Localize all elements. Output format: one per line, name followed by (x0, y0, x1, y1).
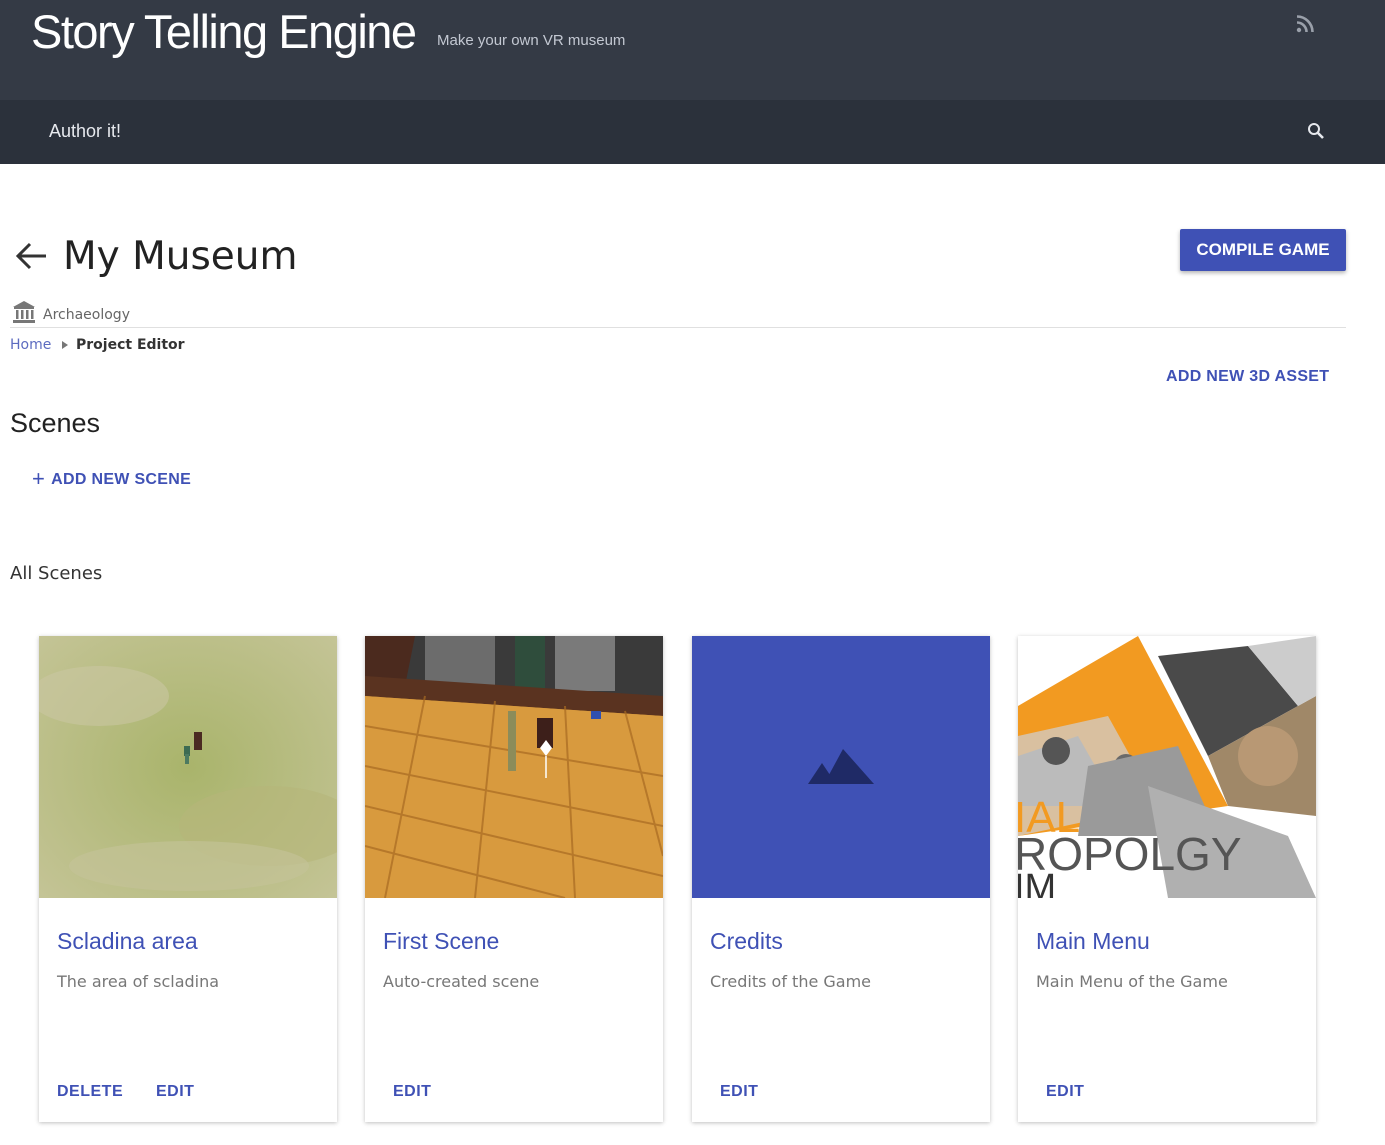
delete-scene-button[interactable]: DELETE (57, 1083, 123, 1101)
edit-scene-button[interactable]: EDIT (1046, 1083, 1084, 1101)
site-title[interactable]: Story Telling Engine (31, 4, 417, 59)
scene-card-scladina: Scladina area The area of scladina DELET… (39, 636, 337, 1122)
poster-text-3: IM (1018, 867, 1056, 898)
main-nav: Author it! (0, 100, 1385, 164)
page-title: My Museum (63, 234, 298, 279)
add-3d-asset-button[interactable]: ADD NEW 3D ASSET (1166, 368, 1329, 386)
scene-title[interactable]: First Scene (383, 928, 499, 955)
edit-scene-button[interactable]: EDIT (720, 1083, 758, 1101)
breadcrumb-current: Project Editor (76, 337, 185, 353)
compile-game-button[interactable]: COMPILE GAME (1180, 229, 1346, 271)
site-header: Story Telling Engine Make your own VR mu… (0, 0, 1385, 100)
museum-icon (13, 301, 35, 323)
scene-title[interactable]: Credits (710, 928, 783, 955)
scene-title[interactable]: Main Menu (1036, 928, 1150, 955)
breadcrumb-home[interactable]: Home (10, 337, 51, 353)
scenes-heading: Scenes (10, 408, 101, 438)
all-scenes-label: All Scenes (10, 563, 103, 584)
search-icon[interactable] (1306, 121, 1326, 141)
scene-thumbnail-gallery[interactable] (365, 636, 663, 898)
scene-card-first-scene: First Scene Auto-created scene EDIT (365, 636, 663, 1122)
scene-title[interactable]: Scladina area (57, 928, 198, 955)
image-placeholder-icon[interactable] (692, 636, 990, 898)
scene-card-main-menu: IAL ROPOLGY IM Main Menu Main Menu of th… (1018, 636, 1316, 1122)
plus-icon: + (32, 466, 46, 491)
scene-description: Auto-created scene (383, 972, 540, 991)
add-new-scene-button[interactable]: + ADD NEW SCENE (32, 466, 191, 492)
site-tagline: Make your own VR museum (437, 32, 626, 49)
category-label: Archaeology (43, 307, 130, 323)
rss-icon[interactable] (1293, 12, 1317, 36)
scene-thumbnail-poster[interactable]: IAL ROPOLGY IM (1018, 636, 1316, 898)
divider (10, 327, 1346, 328)
add-new-scene-label: ADD NEW SCENE (51, 471, 192, 488)
back-arrow-icon[interactable] (12, 236, 52, 276)
scene-description: Credits of the Game (710, 972, 872, 991)
scene-description: The area of scladina (57, 972, 220, 991)
scene-card-credits: Credits Credits of the Game EDIT (692, 636, 990, 1122)
chevron-right-icon (62, 341, 68, 349)
edit-scene-button[interactable]: EDIT (156, 1083, 194, 1101)
nav-item-author[interactable]: Author it! (49, 121, 121, 142)
edit-scene-button[interactable]: EDIT (393, 1083, 431, 1101)
scene-description: Main Menu of the Game (1036, 972, 1228, 991)
scene-thumbnail-terrain[interactable] (39, 636, 337, 898)
